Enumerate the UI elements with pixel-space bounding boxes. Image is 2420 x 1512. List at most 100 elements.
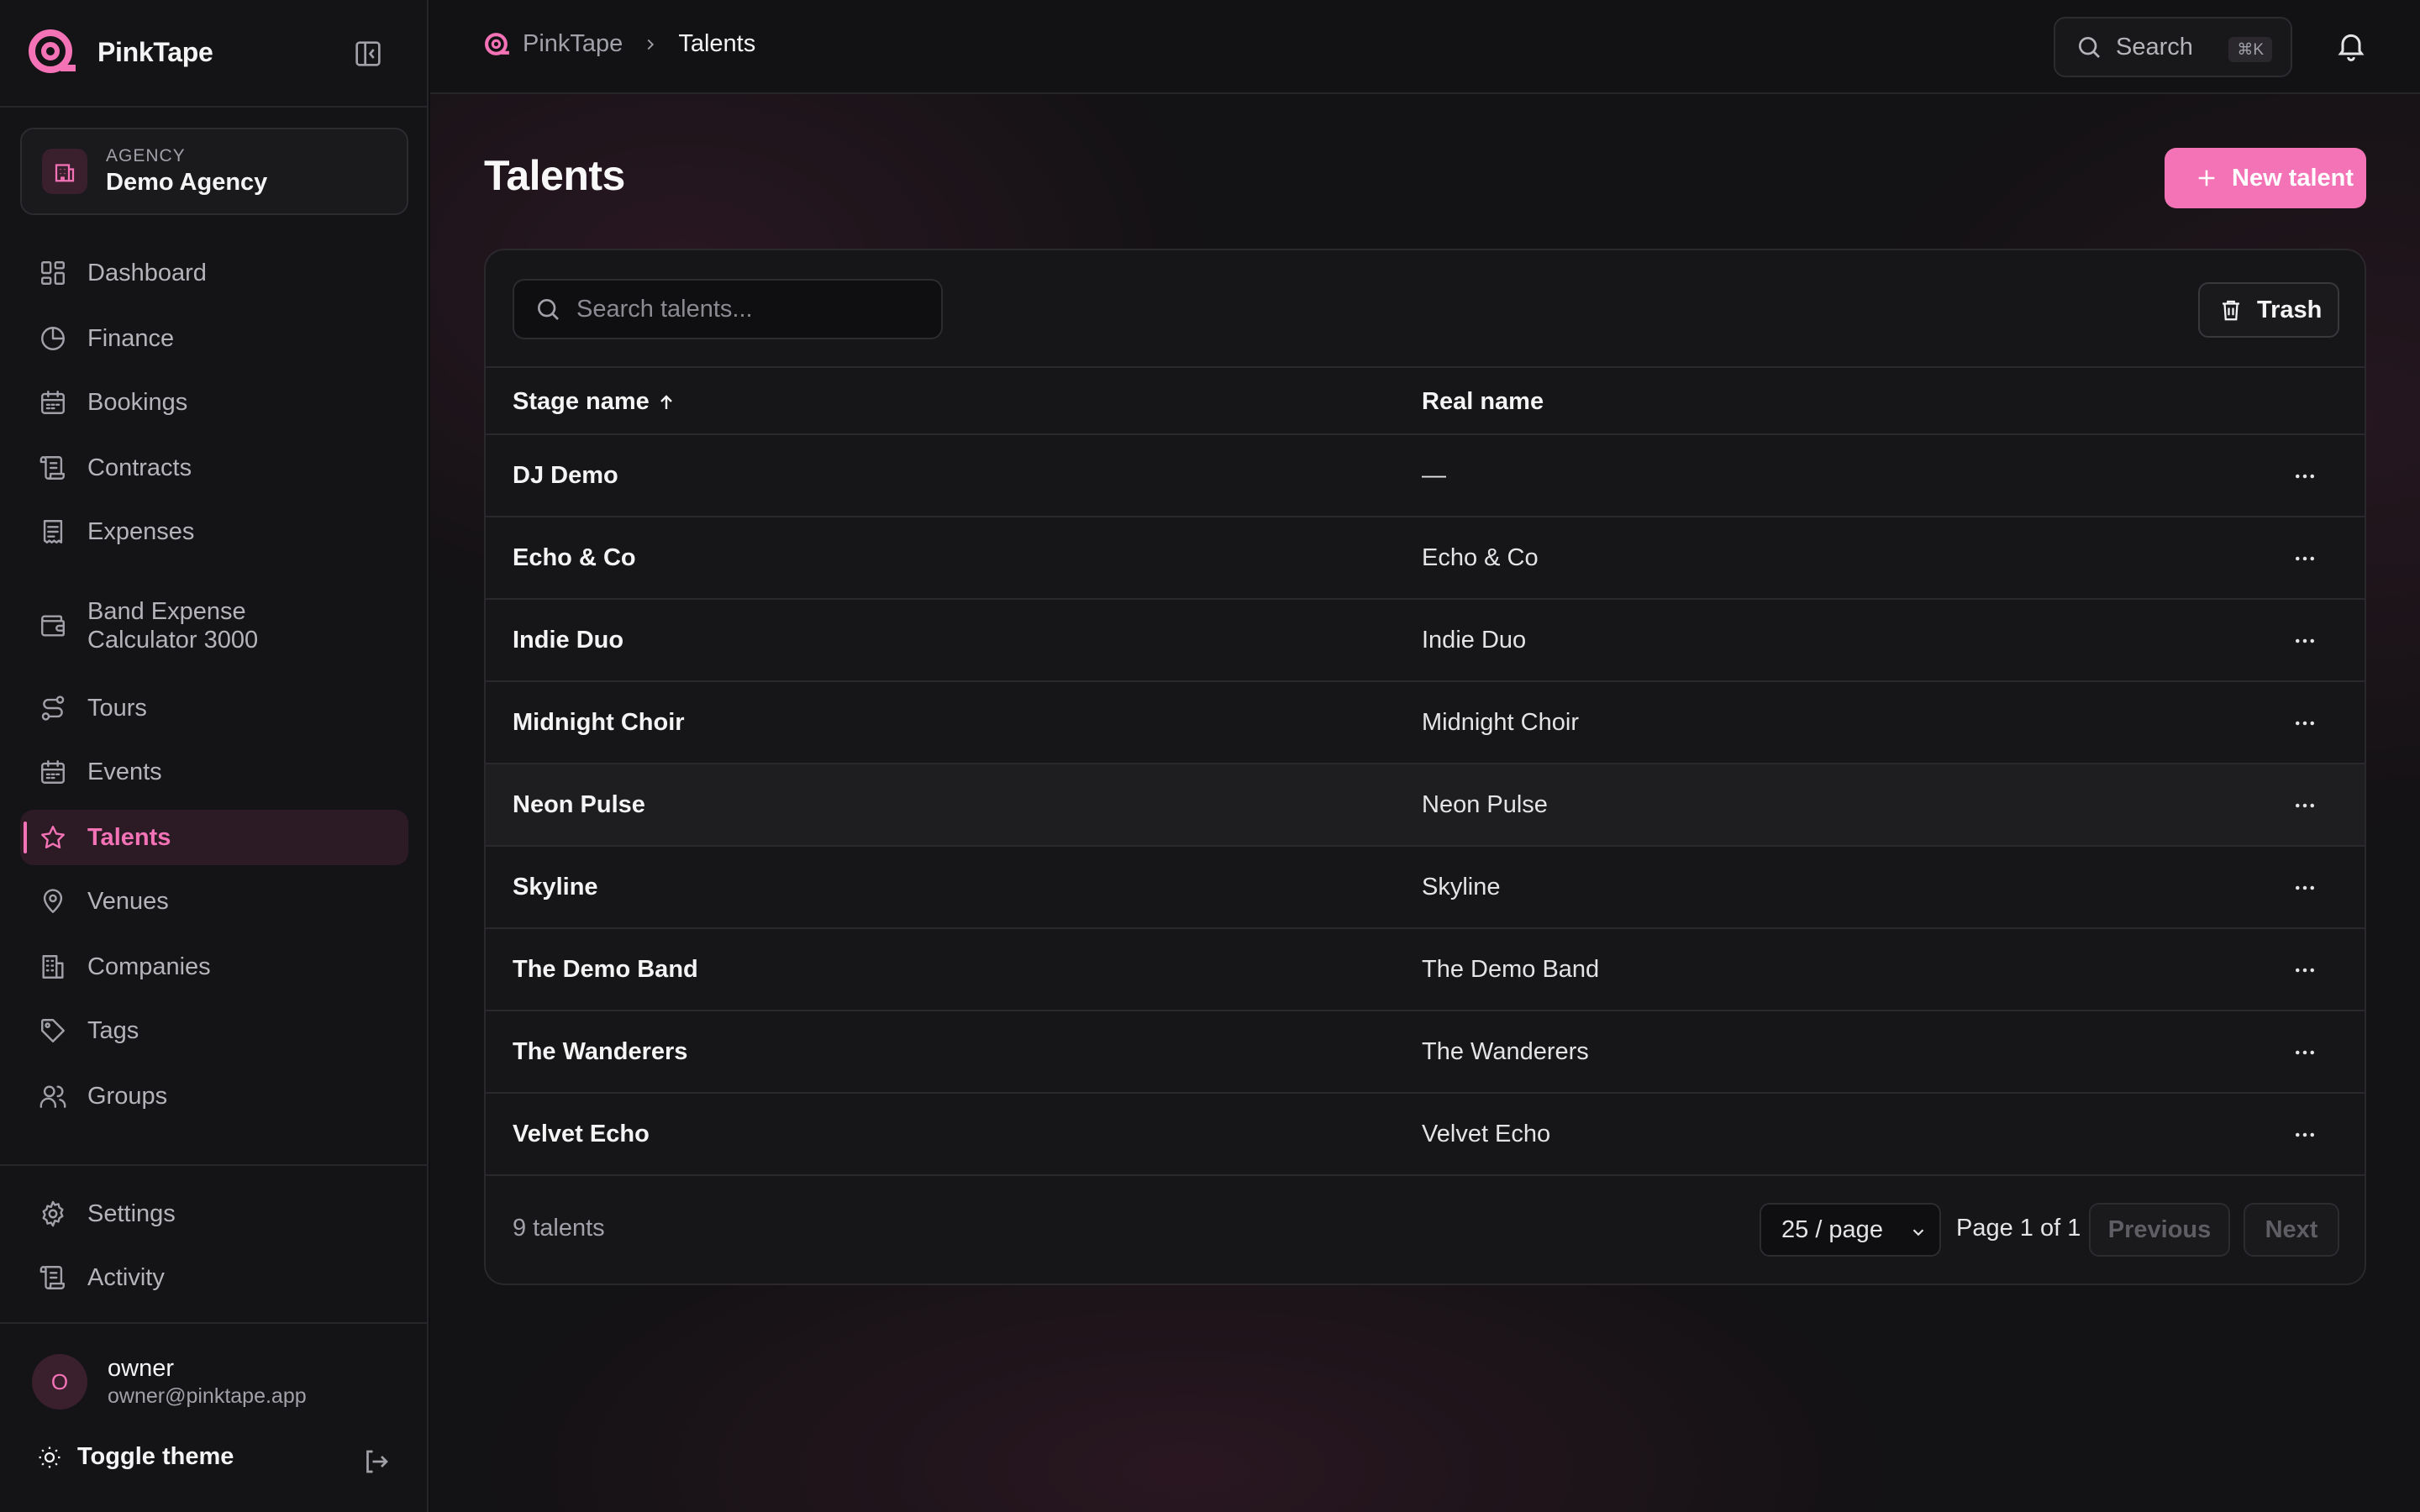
sidebar-item-label: Events <box>87 759 162 785</box>
next-page-button[interactable]: Next <box>2244 1203 2339 1257</box>
table-row[interactable]: Neon Pulse Neon Pulse <box>486 764 2365 847</box>
talent-search-field[interactable] <box>513 279 943 339</box>
trash-icon <box>2223 300 2239 321</box>
table-row[interactable]: DJ Demo — <box>486 435 2365 517</box>
main-content: PinkTape Talents Search ⌘K Talents New t… <box>430 0 2420 1512</box>
route-icon <box>39 694 67 722</box>
trash-button[interactable]: Trash <box>2198 282 2339 338</box>
toggle-theme-button[interactable]: Toggle theme <box>37 1443 234 1471</box>
sidebar-item-events[interactable]: Events <box>20 744 408 800</box>
sidebar-divider <box>0 1322 429 1324</box>
breadcrumb-root-link[interactable]: PinkTape <box>523 30 623 58</box>
stage-name-cell[interactable]: Echo & Co <box>513 544 636 572</box>
stage-name-cell[interactable]: Indie Duo <box>513 627 623 654</box>
more-actions-icon[interactable] <box>2292 1122 2317 1147</box>
table-row[interactable]: The Demo Band The Demo Band <box>486 929 2365 1011</box>
table-row[interactable]: Skyline Skyline <box>486 847 2365 929</box>
stage-name-cell[interactable]: The Wanderers <box>513 1038 687 1066</box>
sidebar-item-talents[interactable]: Talents <box>20 810 408 865</box>
sidebar-item-label: Contracts <box>87 454 192 481</box>
sidebar-item-label: Dashboard <box>87 260 207 286</box>
sidebar-item-finance[interactable]: Finance <box>20 311 408 366</box>
more-actions-icon[interactable] <box>2292 464 2317 489</box>
pinktape-logo-icon <box>485 32 509 55</box>
stage-name-cell[interactable]: Velvet Echo <box>513 1121 650 1148</box>
building-icon <box>42 149 87 194</box>
scroll-icon <box>39 1263 67 1292</box>
per-page-value: 25 / page <box>1781 1215 1883 1243</box>
sidebar-item-settings[interactable]: Settings <box>20 1186 408 1242</box>
stage-name-cell[interactable]: Midnight Choir <box>513 709 685 737</box>
calendar-icon <box>39 758 67 786</box>
search-label: Search <box>2116 33 2193 60</box>
column-header-real-name[interactable]: Real name <box>1422 388 1544 416</box>
stage-name-cell[interactable]: Skyline <box>513 874 598 901</box>
sidebar-item-label: Activity <box>87 1264 165 1291</box>
sidebar-item-tags[interactable]: Tags <box>20 1003 408 1058</box>
more-actions-icon[interactable] <box>2292 793 2317 818</box>
search-icon <box>2079 37 2100 58</box>
sidebar-item-label: Venues <box>87 888 169 915</box>
user-name: owner <box>108 1355 174 1382</box>
table-row[interactable]: Echo & Co Echo & Co <box>486 517 2365 600</box>
breadcrumb: PinkTape Talents <box>484 30 755 58</box>
search-shortcut-badge: ⌘K <box>2228 37 2272 62</box>
sidebar-item-band-expense-calculator-3000[interactable]: Band Expense Calculator 3000 <box>20 591 408 660</box>
sidebar-collapse-icon[interactable] <box>351 37 385 71</box>
previous-page-button[interactable]: Previous <box>2089 1203 2230 1257</box>
page-title: Talents <box>484 152 625 199</box>
sidebar-item-companies[interactable]: Companies <box>20 939 408 995</box>
page-info: Page 1 of 1 <box>1956 1215 2081 1242</box>
sidebar-item-contracts[interactable]: Contracts <box>20 440 408 496</box>
star-icon <box>39 823 67 852</box>
more-actions-icon[interactable] <box>2292 546 2317 571</box>
more-actions-icon[interactable] <box>2292 711 2317 736</box>
more-actions-icon[interactable] <box>2292 958 2317 983</box>
table-row[interactable]: Midnight Choir Midnight Choir <box>486 682 2365 764</box>
wallet-icon <box>39 612 67 640</box>
more-actions-icon[interactable] <box>2292 875 2317 900</box>
per-page-select[interactable]: 25 / page <box>1760 1203 1941 1257</box>
table-row[interactable]: The Wanderers The Wanderers <box>486 1011 2365 1094</box>
sun-icon <box>39 1446 60 1467</box>
scroll-icon <box>39 454 67 482</box>
sidebar-divider <box>0 106 429 108</box>
sidebar-item-bookings[interactable]: Bookings <box>20 375 408 430</box>
stage-name-cell[interactable]: DJ Demo <box>513 462 618 490</box>
calendar-icon <box>39 388 67 417</box>
more-actions-icon[interactable] <box>2292 1040 2317 1065</box>
brand-name: PinkTape <box>97 36 213 67</box>
sidebar-item-groups[interactable]: Groups <box>20 1068 408 1124</box>
sidebar-item-venues[interactable]: Venues <box>20 874 408 929</box>
real-name-cell: Neon Pulse <box>1422 791 1548 818</box>
sidebar-item-label: Tags <box>87 1017 139 1044</box>
map-pin-icon <box>39 887 67 916</box>
global-search-button[interactable]: Search ⌘K <box>2054 17 2292 77</box>
table-row[interactable]: Velvet Echo Velvet Echo <box>486 1094 2365 1176</box>
real-name-cell: Echo & Co <box>1422 544 1539 571</box>
sidebar-item-activity[interactable]: Activity <box>20 1250 408 1305</box>
user-profile[interactable]: O owner owner@pinktape.app <box>32 1354 307 1410</box>
new-talent-button[interactable]: New talent <box>2165 148 2366 208</box>
brand[interactable]: PinkTape <box>27 29 213 76</box>
pie-chart-icon <box>39 324 67 353</box>
sidebar-item-label: Tours <box>87 695 147 722</box>
receipt-icon <box>39 517 67 546</box>
chevron-down-icon <box>1912 1229 1924 1236</box>
column-header-stage-name[interactable]: Stage name <box>513 388 676 416</box>
sidebar-item-expenses[interactable]: Expenses <box>20 504 408 559</box>
real-name-cell: Velvet Echo <box>1422 1121 1551 1147</box>
more-actions-icon[interactable] <box>2292 628 2317 654</box>
sidebar-item-tours[interactable]: Tours <box>20 680 408 736</box>
stage-name-cell[interactable]: The Demo Band <box>513 956 698 984</box>
sidebar-item-dashboard[interactable]: Dashboard <box>20 245 408 301</box>
building-icon <box>39 953 67 981</box>
agency-switcher[interactable]: AGENCY Demo Agency <box>20 128 408 215</box>
logout-icon[interactable] <box>361 1446 392 1477</box>
table-header: Stage name Real name <box>486 366 2365 435</box>
table-row[interactable]: Indie Duo Indie Duo <box>486 600 2365 682</box>
stage-name-cell[interactable]: Neon Pulse <box>513 791 645 819</box>
sidebar-item-label: Finance <box>87 325 175 352</box>
bell-icon[interactable] <box>2334 29 2368 62</box>
talent-search-input[interactable] <box>576 295 929 323</box>
